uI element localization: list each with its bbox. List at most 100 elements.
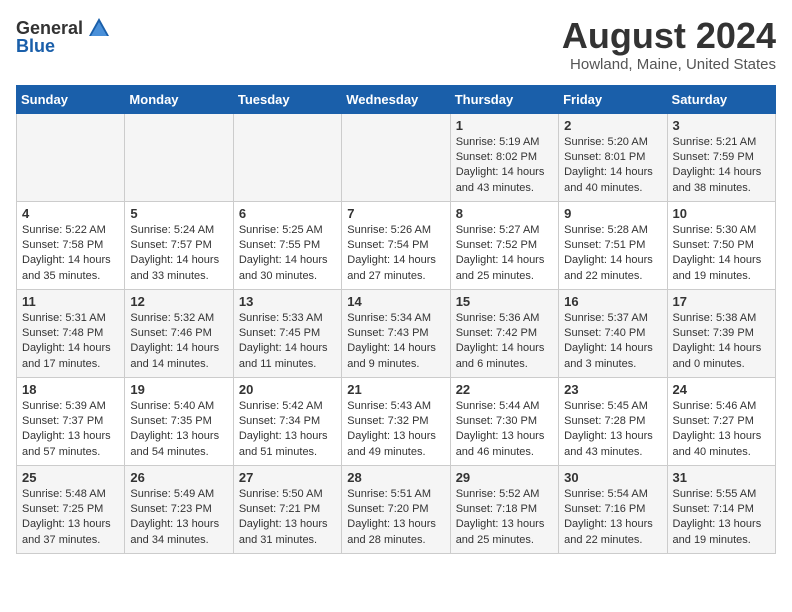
calendar-header-row: SundayMondayTuesdayWednesdayThursdayFrid… [17, 85, 776, 113]
day-info: Sunrise: 5:40 AM Sunset: 7:35 PM Dayligh… [130, 399, 227, 461]
calendar-cell: 18 Sunrise: 5:39 AM Sunset: 7:37 PM Dayli… [17, 377, 125, 465]
day-number: 14 [347, 294, 444, 309]
calendar-cell: 8 Sunrise: 5:27 AM Sunset: 7:52 PM Daylig… [450, 201, 558, 289]
day-number: 1 [456, 118, 553, 133]
day-number: 25 [22, 470, 119, 485]
day-of-week-friday: Friday [559, 85, 667, 113]
calendar-cell [342, 113, 450, 201]
logo: General Blue [16, 16, 111, 57]
day-number: 22 [456, 382, 553, 397]
day-info: Sunrise: 5:21 AM Sunset: 7:59 PM Dayligh… [673, 135, 770, 197]
day-info: Sunrise: 5:45 AM Sunset: 7:28 PM Dayligh… [564, 399, 661, 461]
title-section: August 2024 Howland, Maine, United State… [562, 16, 776, 73]
day-info: Sunrise: 5:50 AM Sunset: 7:21 PM Dayligh… [239, 487, 336, 549]
day-of-week-monday: Monday [125, 85, 233, 113]
calendar-cell: 23 Sunrise: 5:45 AM Sunset: 7:28 PM Dayli… [559, 377, 667, 465]
day-info: Sunrise: 5:39 AM Sunset: 7:37 PM Dayligh… [22, 399, 119, 461]
calendar-cell: 31 Sunrise: 5:55 AM Sunset: 7:14 PM Dayli… [667, 465, 775, 553]
calendar-cell [125, 113, 233, 201]
calendar-cell: 7 Sunrise: 5:26 AM Sunset: 7:54 PM Daylig… [342, 201, 450, 289]
calendar-cell: 29Sunrise: 5:52 AM Sunset: 7:18 PM Dayli… [450, 465, 558, 553]
day-of-week-saturday: Saturday [667, 85, 775, 113]
day-info: Sunrise: 5:25 AM Sunset: 7:55 PM Dayligh… [239, 223, 336, 285]
day-number: 15 [456, 294, 553, 309]
day-of-week-thursday: Thursday [450, 85, 558, 113]
day-info: Sunrise: 5:30 AM Sunset: 7:50 PM Dayligh… [673, 223, 770, 285]
day-info: Sunrise: 5:55 AM Sunset: 7:14 PM Dayligh… [673, 487, 770, 549]
calendar-cell: 17 Sunrise: 5:38 AM Sunset: 7:39 PM Dayli… [667, 289, 775, 377]
day-number: 21 [347, 382, 444, 397]
day-number: 3 [673, 118, 770, 133]
day-info: Sunrise: 5:19 AM Sunset: 8:02 PM Dayligh… [456, 135, 553, 197]
day-info: Sunrise: 5:37 AM Sunset: 7:40 PM Dayligh… [564, 311, 661, 373]
calendar-cell: 24Sunrise: 5:46 AM Sunset: 7:27 PM Dayli… [667, 377, 775, 465]
day-info: Sunrise: 5:31 AM Sunset: 7:48 PM Dayligh… [22, 311, 119, 373]
day-number: 9 [564, 206, 661, 221]
calendar-cell: 16 Sunrise: 5:37 AM Sunset: 7:40 PM Dayli… [559, 289, 667, 377]
calendar-week-row: 1 Sunrise: 5:19 AM Sunset: 8:02 PM Daylig… [17, 113, 776, 201]
calendar-cell: 13Sunrise: 5:33 AM Sunset: 7:45 PM Dayli… [233, 289, 341, 377]
calendar-cell: 28 Sunrise: 5:51 AM Sunset: 7:20 PM Dayli… [342, 465, 450, 553]
day-info: Sunrise: 5:38 AM Sunset: 7:39 PM Dayligh… [673, 311, 770, 373]
day-info: Sunrise: 5:46 AM Sunset: 7:27 PM Dayligh… [673, 399, 770, 461]
day-number: 4 [22, 206, 119, 221]
day-info: Sunrise: 5:54 AM Sunset: 7:16 PM Dayligh… [564, 487, 661, 549]
day-number: 5 [130, 206, 227, 221]
day-number: 26 [130, 470, 227, 485]
calendar-cell: 2 Sunrise: 5:20 AM Sunset: 8:01 PM Daylig… [559, 113, 667, 201]
calendar-cell: 1 Sunrise: 5:19 AM Sunset: 8:02 PM Daylig… [450, 113, 558, 201]
calendar-cell [17, 113, 125, 201]
calendar-week-row: 4 Sunrise: 5:22 AM Sunset: 7:58 PM Daylig… [17, 201, 776, 289]
calendar-cell: 21 Sunrise: 5:43 AM Sunset: 7:32 PM Dayli… [342, 377, 450, 465]
day-number: 23 [564, 382, 661, 397]
day-info: Sunrise: 5:24 AM Sunset: 7:57 PM Dayligh… [130, 223, 227, 285]
day-info: Sunrise: 5:20 AM Sunset: 8:01 PM Dayligh… [564, 135, 661, 197]
calendar-cell: 19 Sunrise: 5:40 AM Sunset: 7:35 PM Dayli… [125, 377, 233, 465]
day-info: Sunrise: 5:34 AM Sunset: 7:43 PM Dayligh… [347, 311, 444, 373]
day-info: Sunrise: 5:26 AM Sunset: 7:54 PM Dayligh… [347, 223, 444, 285]
calendar-table: SundayMondayTuesdayWednesdayThursdayFrid… [16, 85, 776, 554]
calendar-cell: 30Sunrise: 5:54 AM Sunset: 7:16 PM Dayli… [559, 465, 667, 553]
day-number: 18 [22, 382, 119, 397]
day-info: Sunrise: 5:51 AM Sunset: 7:20 PM Dayligh… [347, 487, 444, 549]
month-year-title: August 2024 [562, 16, 776, 56]
day-info: Sunrise: 5:22 AM Sunset: 7:58 PM Dayligh… [22, 223, 119, 285]
day-info: Sunrise: 5:28 AM Sunset: 7:51 PM Dayligh… [564, 223, 661, 285]
calendar-cell: 12 Sunrise: 5:32 AM Sunset: 7:46 PM Dayli… [125, 289, 233, 377]
day-number: 6 [239, 206, 336, 221]
day-info: Sunrise: 5:43 AM Sunset: 7:32 PM Dayligh… [347, 399, 444, 461]
day-number: 19 [130, 382, 227, 397]
day-number: 2 [564, 118, 661, 133]
calendar-cell: 22 Sunrise: 5:44 AM Sunset: 7:30 PM Dayli… [450, 377, 558, 465]
logo-icon [87, 16, 111, 40]
day-number: 17 [673, 294, 770, 309]
calendar-cell: 26Sunrise: 5:49 AM Sunset: 7:23 PM Dayli… [125, 465, 233, 553]
calendar-cell [233, 113, 341, 201]
day-number: 12 [130, 294, 227, 309]
day-number: 7 [347, 206, 444, 221]
day-number: 31 [673, 470, 770, 485]
day-number: 10 [673, 206, 770, 221]
calendar-cell: 6 Sunrise: 5:25 AM Sunset: 7:55 PM Daylig… [233, 201, 341, 289]
day-number: 27 [239, 470, 336, 485]
day-number: 16 [564, 294, 661, 309]
day-number: 11 [22, 294, 119, 309]
calendar-cell: 15 Sunrise: 5:36 AM Sunset: 7:42 PM Dayli… [450, 289, 558, 377]
day-number: 28 [347, 470, 444, 485]
day-info: Sunrise: 5:52 AM Sunset: 7:18 PM Dayligh… [456, 487, 553, 549]
calendar-week-row: 11 Sunrise: 5:31 AM Sunset: 7:48 PM Dayli… [17, 289, 776, 377]
day-of-week-sunday: Sunday [17, 85, 125, 113]
day-number: 20 [239, 382, 336, 397]
day-info: Sunrise: 5:27 AM Sunset: 7:52 PM Dayligh… [456, 223, 553, 285]
day-info: Sunrise: 5:44 AM Sunset: 7:30 PM Dayligh… [456, 399, 553, 461]
day-info: Sunrise: 5:33 AM Sunset: 7:45 PM Dayligh… [239, 311, 336, 373]
day-number: 8 [456, 206, 553, 221]
calendar-cell: 11 Sunrise: 5:31 AM Sunset: 7:48 PM Dayli… [17, 289, 125, 377]
logo-blue-text: Blue [16, 36, 55, 57]
calendar-cell: 5 Sunrise: 5:24 AM Sunset: 7:57 PM Daylig… [125, 201, 233, 289]
day-of-week-tuesday: Tuesday [233, 85, 341, 113]
location-text: Howland, Maine, United States [562, 56, 776, 73]
day-info: Sunrise: 5:32 AM Sunset: 7:46 PM Dayligh… [130, 311, 227, 373]
page-header: General Blue August 2024 Howland, Maine,… [16, 16, 776, 73]
day-info: Sunrise: 5:36 AM Sunset: 7:42 PM Dayligh… [456, 311, 553, 373]
